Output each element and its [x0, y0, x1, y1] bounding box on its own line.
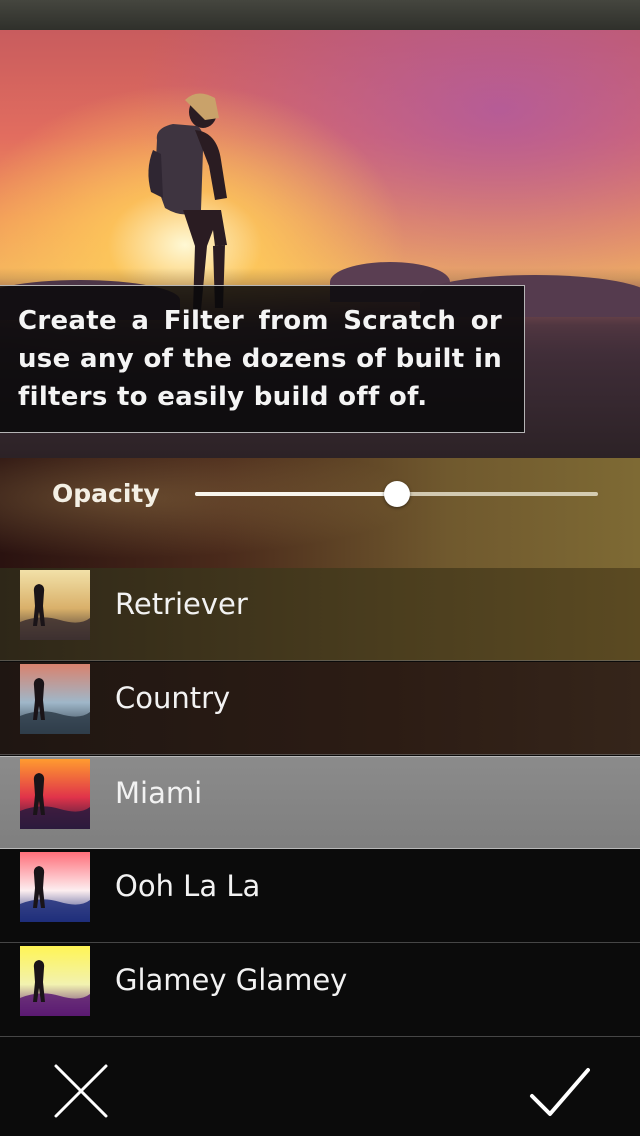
caption-overlay: Create a Filter from Scratch or use any … — [0, 285, 525, 433]
opacity-control: Opacity — [0, 458, 640, 568]
filter-list: Retriever Country Miami Ooh La La Glamey Gla… — [0, 568, 640, 1040]
cancel-button[interactable] — [50, 1060, 112, 1122]
filter-row[interactable]: Country — [0, 662, 640, 755]
bottom-toolbar — [0, 1040, 640, 1136]
filter-name: Country — [115, 681, 231, 715]
filter-name: Glamey Glamey — [115, 963, 348, 997]
confirm-button[interactable] — [528, 1060, 590, 1122]
caption-text: Create a Filter from Scratch or use any … — [18, 306, 502, 412]
filter-row[interactable]: Miami — [0, 756, 640, 849]
filter-editor-screen: Create a Filter from Scratch or use any … — [0, 0, 640, 1136]
filter-thumbnail — [20, 570, 90, 640]
filter-row[interactable]: Retriever — [0, 568, 640, 661]
status-bar — [0, 0, 640, 30]
filter-row[interactable]: Ooh La La — [0, 850, 640, 943]
filter-thumbnail — [20, 664, 90, 734]
filter-name: Retriever — [115, 587, 248, 621]
filter-row[interactable]: Glamey Glamey — [0, 944, 640, 1037]
opacity-slider-knob[interactable] — [383, 481, 410, 507]
opacity-slider[interactable] — [195, 481, 598, 507]
filter-thumbnail — [20, 852, 90, 922]
close-icon — [54, 1064, 108, 1118]
filter-thumbnail — [20, 946, 90, 1016]
filter-name: Ooh La La — [115, 869, 261, 903]
checkmark-icon — [530, 1068, 590, 1116]
filter-thumbnail — [20, 759, 90, 829]
filter-name: Miami — [115, 776, 203, 810]
opacity-label: Opacity — [52, 479, 160, 508]
opacity-slider-fill — [195, 492, 397, 496]
